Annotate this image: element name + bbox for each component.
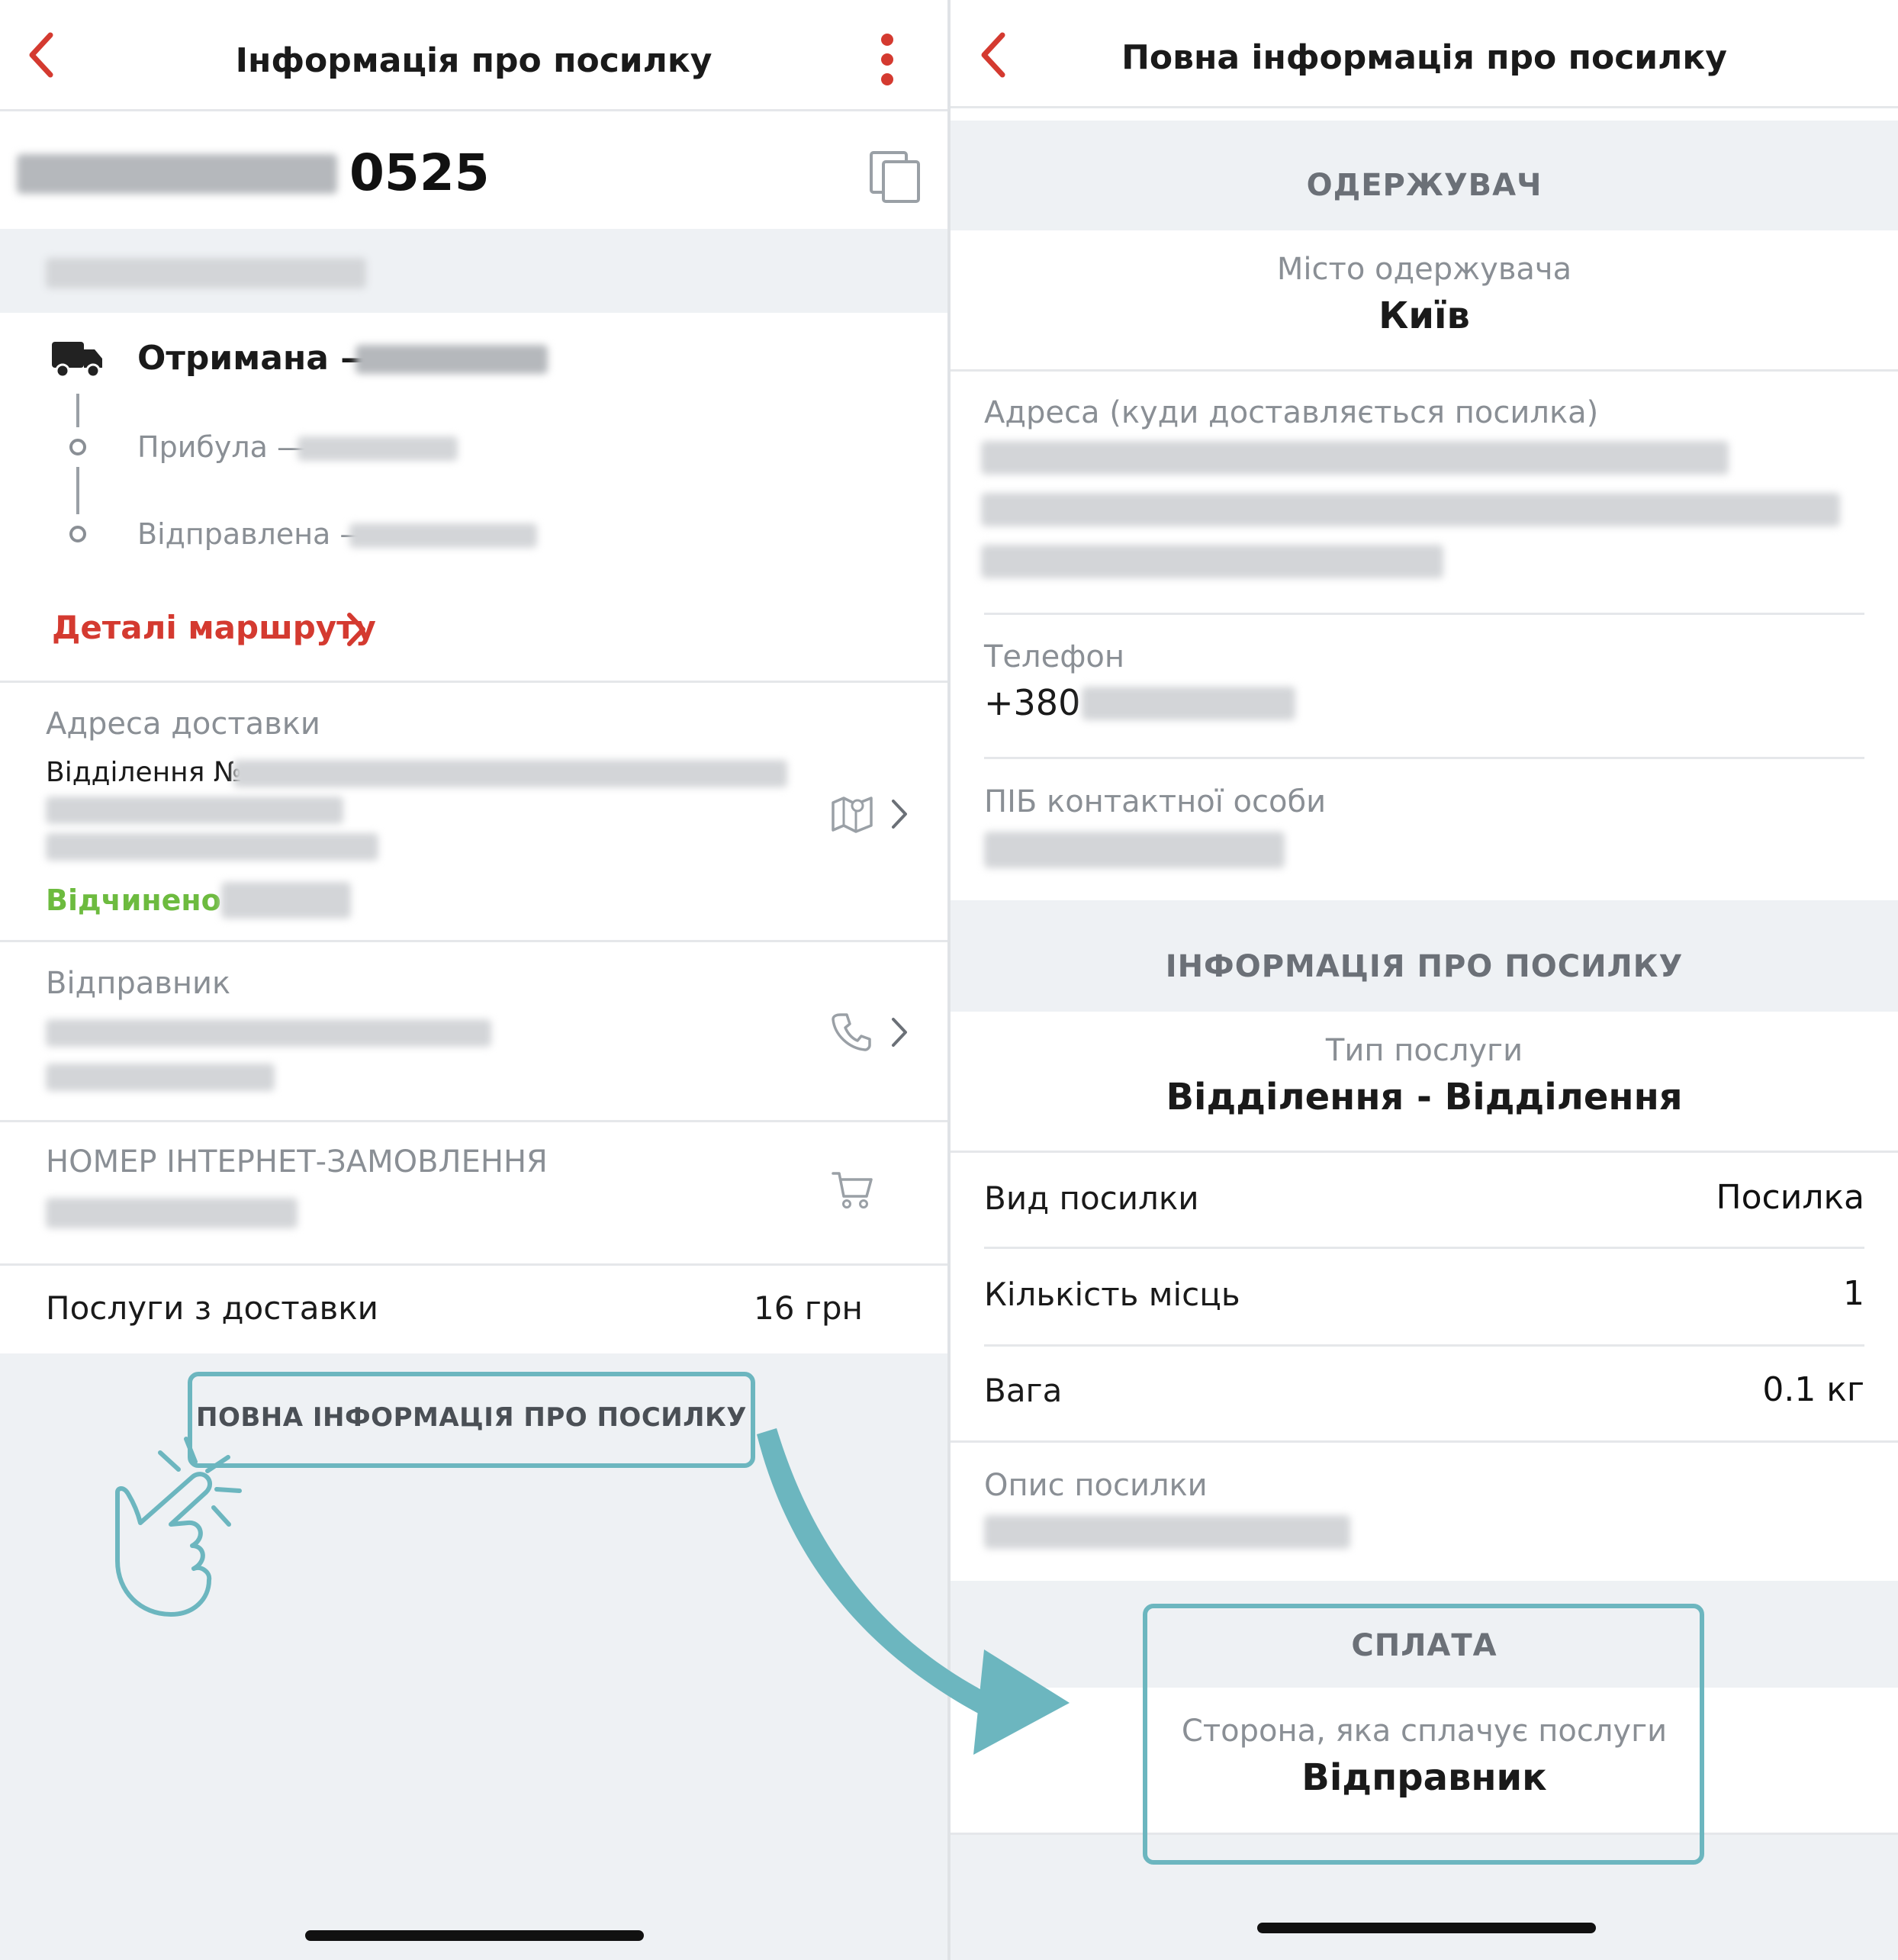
- parcel-info-screen: Інформація про посилку 0525 Отримана — П…: [0, 0, 947, 1960]
- sender-phone-hidden: [46, 1064, 275, 1091]
- status-current-date-hidden: [355, 345, 548, 374]
- page-title: Інформація про посилку: [235, 41, 713, 80]
- chevron-right-icon[interactable]: [889, 1016, 909, 1048]
- sender-title: Відправник: [46, 966, 231, 1001]
- tap-hand-icon: [115, 1437, 242, 1617]
- service-type-label: Тип послуги: [1325, 1033, 1523, 1068]
- cart-icon[interactable]: [832, 1170, 873, 1210]
- places-label: Кількість місць: [984, 1276, 1240, 1313]
- address-hidden: [981, 493, 1840, 526]
- home-indicator: [305, 1930, 644, 1941]
- places-value: 1: [1843, 1274, 1864, 1313]
- city-label: Місто одержувача: [1276, 252, 1572, 287]
- full-parcel-info-screen: Повна інформація про посилку ОДЕРЖУВАЧ М…: [951, 0, 1898, 1960]
- address-hidden: [981, 545, 1443, 578]
- phone-icon[interactable]: [832, 1012, 871, 1051]
- tracking-number: 0525: [349, 143, 490, 202]
- timeline-dot: [69, 439, 86, 455]
- parcel-kind-value: Посилка: [1716, 1178, 1864, 1217]
- service-type-value: Відділення - Відділення: [1166, 1076, 1683, 1118]
- more-vertical-icon[interactable]: [876, 32, 899, 87]
- delivery-address-title: Адреса доставки: [46, 706, 320, 742]
- section-parcel-title: ІНФОРМАЦІЯ ПРО ПОСИЛКУ: [1165, 949, 1684, 984]
- address-hidden: [981, 441, 1729, 475]
- status-sent: Відправлена —: [137, 517, 369, 551]
- phone-hidden: [1082, 687, 1295, 720]
- parcel-kind-label: Вид посилки: [984, 1180, 1199, 1217]
- recipient-hidden: [46, 258, 366, 288]
- payment-highlight: [1143, 1604, 1704, 1865]
- description-label: Опис посилки: [984, 1468, 1208, 1503]
- chevron-right-icon[interactable]: [889, 798, 909, 830]
- phone-prefix: +380: [984, 682, 1081, 723]
- delivery-address-hidden: [233, 760, 787, 787]
- home-indicator: [1257, 1923, 1596, 1933]
- order-number-title: НОМЕР ІНТЕРНЕТ-ЗАМОВЛЕННЯ: [46, 1144, 548, 1180]
- weight-label: Вага: [984, 1372, 1063, 1409]
- description-hidden: [984, 1515, 1350, 1549]
- delivery-branch-prefix: Відділення №: [46, 757, 243, 788]
- open-hours-hidden: [221, 882, 351, 919]
- truck-icon: [52, 342, 102, 378]
- sender-name-hidden: [46, 1019, 491, 1047]
- page-title: Повна інформація про посилку: [1121, 38, 1727, 77]
- full-info-button[interactable]: ПОВНА ІНФОРМАЦІЯ ПРО ПОСИЛКУ: [188, 1402, 755, 1433]
- phone-label: Телефон: [984, 639, 1125, 674]
- tracking-number-hidden: [17, 154, 337, 194]
- contact-label: ПІБ контактної особи: [984, 784, 1327, 819]
- order-number-hidden: [46, 1198, 298, 1228]
- status-arrived: Прибула —: [137, 430, 306, 464]
- delivery-address-hidden: [46, 797, 343, 824]
- section-recipient-title: ОДЕРЖУВАЧ: [1306, 168, 1543, 203]
- delivery-services-label: Послуги з доставки: [46, 1289, 378, 1327]
- route-details-link[interactable]: Деталі маршруту: [52, 609, 376, 646]
- status-sent-date-hidden: [349, 523, 537, 548]
- status-arrived-date-hidden: [298, 436, 458, 461]
- delivery-address-hidden: [46, 833, 378, 861]
- delivery-services-value: 16 грн: [754, 1289, 863, 1327]
- open-status: Відчинено: [46, 883, 221, 917]
- weight-value: 0.1 кг: [1762, 1370, 1864, 1409]
- status-current: Отримана —: [137, 339, 375, 378]
- timeline-line: [76, 467, 79, 514]
- timeline-line: [76, 394, 79, 427]
- city-value: Київ: [1378, 294, 1470, 337]
- map-icon[interactable]: [830, 792, 874, 835]
- contact-hidden: [984, 832, 1285, 868]
- copy-icon[interactable]: [868, 150, 923, 204]
- chevron-right-icon[interactable]: [345, 612, 368, 647]
- timeline-dot: [69, 526, 86, 542]
- address-label: Адреса (куди доставляється посилка): [984, 395, 1599, 430]
